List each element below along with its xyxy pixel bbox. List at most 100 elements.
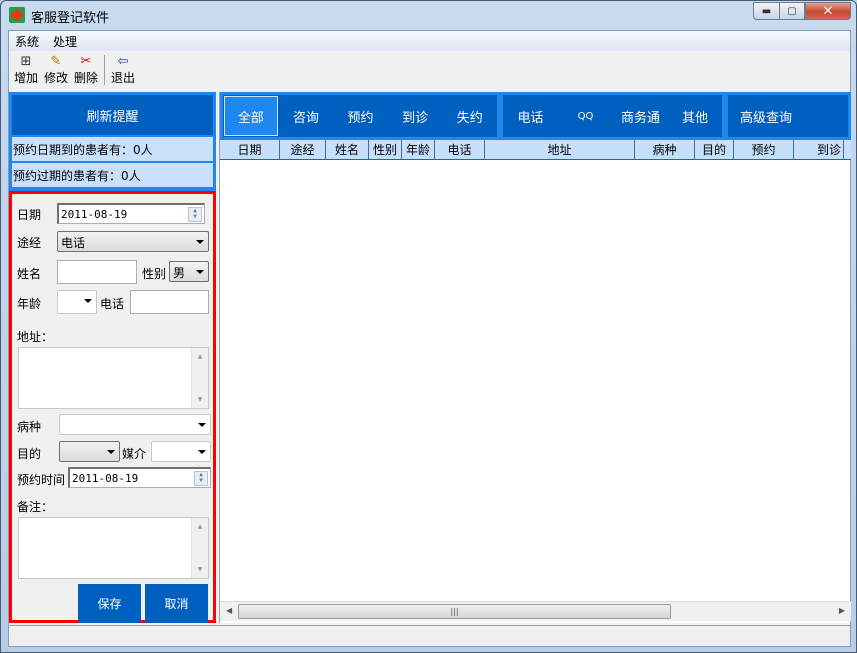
col-visited[interactable]: 到诊: [794, 140, 844, 159]
save-button[interactable]: 保存: [78, 584, 141, 623]
chevron-down-icon: [198, 423, 206, 427]
toolbar: ⊞ 增加 ✎ 修改 ✂ 删除 ⇦ 退出: [9, 51, 850, 91]
scroll-right-icon[interactable]: ▶: [839, 606, 845, 615]
exit-button[interactable]: ⇦ 退出: [108, 51, 138, 86]
delete-button[interactable]: ✂ 删除: [71, 51, 101, 86]
channel-value: 电话: [61, 236, 86, 250]
title-bar[interactable]: 客服登记软件 ▬ ▢ ✕: [1, 1, 856, 29]
date-value: 2011-08-19: [61, 208, 128, 221]
tab-advanced-search[interactable]: 高级查询: [728, 95, 804, 137]
gender-value: 男: [173, 266, 186, 280]
chevron-down-icon: [84, 299, 92, 303]
window-title: 客服登记软件: [31, 11, 110, 26]
refresh-reminder-button[interactable]: 刷新提醒: [12, 95, 213, 135]
menu-bar: 系统 处理: [9, 31, 850, 51]
purpose-select[interactable]: [59, 441, 120, 462]
disease-label: 病种: [17, 420, 42, 434]
col-channel[interactable]: 途经: [280, 140, 326, 159]
tab-phone[interactable]: 电话: [503, 95, 558, 137]
col-date[interactable]: 日期: [220, 140, 280, 159]
col-age[interactable]: 年龄: [402, 140, 435, 159]
scroll-left-icon[interactable]: ◀: [226, 606, 232, 615]
name-input[interactable]: [57, 260, 137, 284]
appt-time-spinner[interactable]: ▲ ▼: [194, 471, 208, 486]
add-button[interactable]: ⊞ 增加: [11, 51, 41, 86]
filter-tabbar: 全部 咨询 预约 到诊 失约 电话 QQ 商务通 其他 高级查询: [220, 92, 851, 140]
col-appointment[interactable]: 预约: [734, 140, 794, 159]
col-gender[interactable]: 性别: [369, 140, 402, 159]
edit-button[interactable]: ✎ 修改: [41, 51, 71, 86]
chevron-down-icon: [198, 450, 206, 454]
minimize-icon: ▬: [761, 5, 772, 17]
notes-textarea[interactable]: ▲ ▼: [18, 517, 209, 579]
notes-label: 备注：: [17, 500, 54, 514]
reminder-overdue: 预约过期的患者有：0人: [12, 163, 213, 187]
phone-input[interactable]: [130, 290, 209, 314]
tab-group-search: 高级查询: [728, 95, 848, 137]
col-address[interactable]: 地址: [485, 140, 635, 159]
edit-record-icon: ✎: [50, 54, 62, 69]
edit-label: 修改: [43, 71, 68, 85]
tab-missed[interactable]: 失约: [442, 95, 497, 137]
reminder-due-today: 预约日期到的患者有：0人: [12, 137, 213, 161]
cancel-button[interactable]: 取消: [145, 584, 208, 623]
tab-other[interactable]: 其他: [668, 95, 722, 137]
col-phone[interactable]: 电话: [435, 140, 485, 159]
app-window: 客服登记软件 ▬ ▢ ✕ 系统 处理 ⊞ 增加 ✎ 修改 ✂ 删除 ⇦ 退出 刷…: [0, 0, 857, 653]
chevron-down-icon: [107, 450, 115, 454]
tab-visited[interactable]: 到诊: [388, 95, 443, 137]
tab-consult[interactable]: 咨询: [279, 95, 334, 137]
tab-all[interactable]: 全部: [224, 96, 278, 136]
records-panel: 全部 咨询 预约 到诊 失约 电话 QQ 商务通 其他 高级查询 日期 途经 姓…: [219, 92, 851, 623]
horizontal-scrollbar[interactable]: ◀ ||| ▶: [220, 601, 851, 621]
channel-select[interactable]: 电话: [57, 231, 209, 252]
minimize-button[interactable]: ▬: [753, 2, 779, 20]
tab-group-status: 全部 咨询 预约 到诊 失约: [223, 95, 497, 137]
address-scrollbar[interactable]: ▲ ▼: [191, 348, 208, 408]
add-record-icon: ⊞: [20, 54, 32, 69]
col-disease[interactable]: 病种: [635, 140, 695, 159]
left-panel: 刷新提醒 预约日期到的患者有：0人 预约过期的患者有：0人 日期 2011-08…: [9, 92, 216, 623]
name-label: 姓名: [17, 267, 42, 281]
age-select[interactable]: [57, 290, 97, 314]
col-purpose[interactable]: 目的: [695, 140, 734, 159]
scroll-thumb[interactable]: |||: [238, 604, 671, 619]
maximize-button[interactable]: ▢: [779, 2, 805, 20]
scissors-icon: ✂: [80, 54, 92, 69]
tab-appointment[interactable]: 预约: [333, 95, 388, 137]
date-label: 日期: [17, 208, 42, 222]
menu-system[interactable]: 系统: [15, 33, 39, 50]
exit-label: 退出: [110, 71, 135, 85]
appt-time-value: 2011-08-19: [72, 472, 139, 485]
media-label: 媒介: [122, 447, 147, 461]
chevron-down-icon: [196, 240, 204, 244]
gender-label: 性别: [142, 267, 167, 281]
window-controls: ▬ ▢ ✕: [753, 2, 851, 20]
delete-label: 删除: [73, 71, 98, 85]
close-button[interactable]: ✕: [805, 2, 851, 20]
exit-door-icon: ⇦: [117, 54, 129, 69]
client-area: 系统 处理 ⊞ 增加 ✎ 修改 ✂ 删除 ⇦ 退出 刷新提醒 预约日期到的患者有…: [8, 30, 851, 647]
address-textarea[interactable]: ▲ ▼: [18, 347, 209, 409]
phone-label: 电话: [100, 297, 125, 311]
media-select[interactable]: [151, 441, 211, 462]
disease-select[interactable]: [59, 414, 211, 435]
toolbar-separator: [104, 55, 105, 85]
menu-process[interactable]: 处理: [53, 33, 77, 50]
col-name[interactable]: 姓名: [326, 140, 369, 159]
appt-time-label: 预约时间: [17, 473, 66, 487]
appt-time-field[interactable]: 2011-08-19 ▲ ▼: [68, 467, 211, 488]
grid-header: 日期 途经 姓名 性别 年龄 电话 地址 病种 目的 预约 到诊: [220, 140, 851, 160]
tab-group-channel: 电话 QQ 商务通 其他: [503, 95, 722, 137]
date-spinner[interactable]: ▲ ▼: [188, 207, 202, 222]
close-icon: ✕: [822, 3, 834, 19]
address-label: 地址：: [17, 330, 54, 344]
channel-label: 途经: [17, 236, 42, 250]
gender-select[interactable]: 男: [169, 261, 209, 282]
tab-business[interactable]: 商务通: [613, 95, 668, 137]
registration-form: 日期 2011-08-19 ▲ ▼ 途经 电话 姓名 性别 男 年龄 电话 地址…: [9, 191, 216, 623]
date-field[interactable]: 2011-08-19 ▲ ▼: [57, 203, 205, 224]
notes-scrollbar[interactable]: ▲ ▼: [191, 518, 208, 578]
add-label: 增加: [13, 71, 38, 85]
tab-qq[interactable]: QQ: [558, 95, 613, 137]
